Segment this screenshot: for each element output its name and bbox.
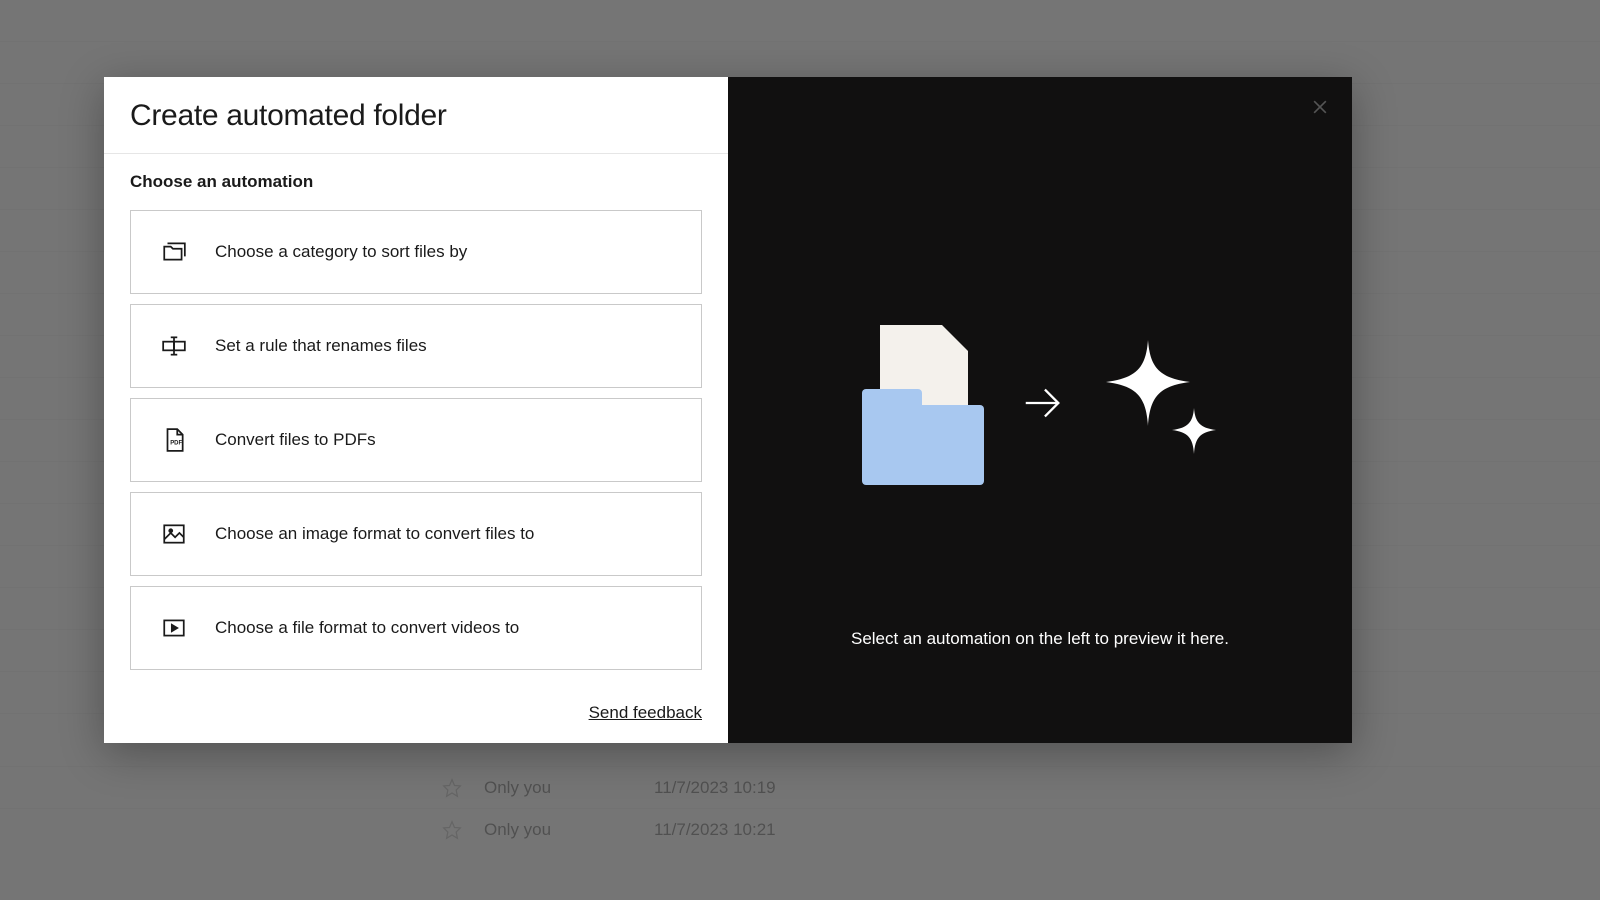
automation-option-convert-video[interactable]: Choose a file format to convert videos t… <box>130 586 702 670</box>
create-automated-folder-modal: Create automated folder Choose an automa… <box>104 77 1352 743</box>
modal-header: Create automated folder <box>104 77 728 154</box>
modal-preview-panel: Select an automation on the left to prev… <box>728 77 1352 743</box>
send-feedback-link[interactable]: Send feedback <box>589 703 702 723</box>
pdf-file-icon: PDF <box>161 427 187 453</box>
preview-illustration <box>862 325 1218 485</box>
automation-option-convert-pdf[interactable]: PDF Convert files to PDFs <box>130 398 702 482</box>
modal-title: Create automated folder <box>130 99 702 133</box>
folder-document-icon <box>862 325 984 485</box>
automation-option-label: Choose a file format to convert videos t… <box>215 618 519 638</box>
video-file-icon <box>161 615 187 641</box>
modal-footer: Send feedback <box>104 683 728 743</box>
svg-text:PDF: PDF <box>170 440 182 446</box>
image-file-icon <box>161 521 187 547</box>
automation-option-label: Choose a category to sort files by <box>215 242 467 262</box>
rename-icon <box>161 333 187 359</box>
sparkle-icon <box>1102 340 1218 470</box>
automation-option-sort-category[interactable]: Choose a category to sort files by <box>130 210 702 294</box>
automation-option-label: Convert files to PDFs <box>215 430 376 450</box>
automation-option-rename-rule[interactable]: Set a rule that renames files <box>130 304 702 388</box>
automation-option-convert-image[interactable]: Choose an image format to convert files … <box>130 492 702 576</box>
section-label: Choose an automation <box>130 172 702 192</box>
modal-left-panel: Create automated folder Choose an automa… <box>104 77 728 743</box>
automation-option-label: Set a rule that renames files <box>215 336 427 356</box>
arrow-right-icon <box>1020 380 1066 431</box>
automation-option-label: Choose an image format to convert files … <box>215 524 534 544</box>
preview-placeholder-text: Select an automation on the left to prev… <box>851 629 1229 649</box>
folder-sort-icon <box>161 239 187 265</box>
modal-body[interactable]: Choose an automation Choose a category t… <box>104 154 728 683</box>
close-button[interactable] <box>1306 93 1334 121</box>
